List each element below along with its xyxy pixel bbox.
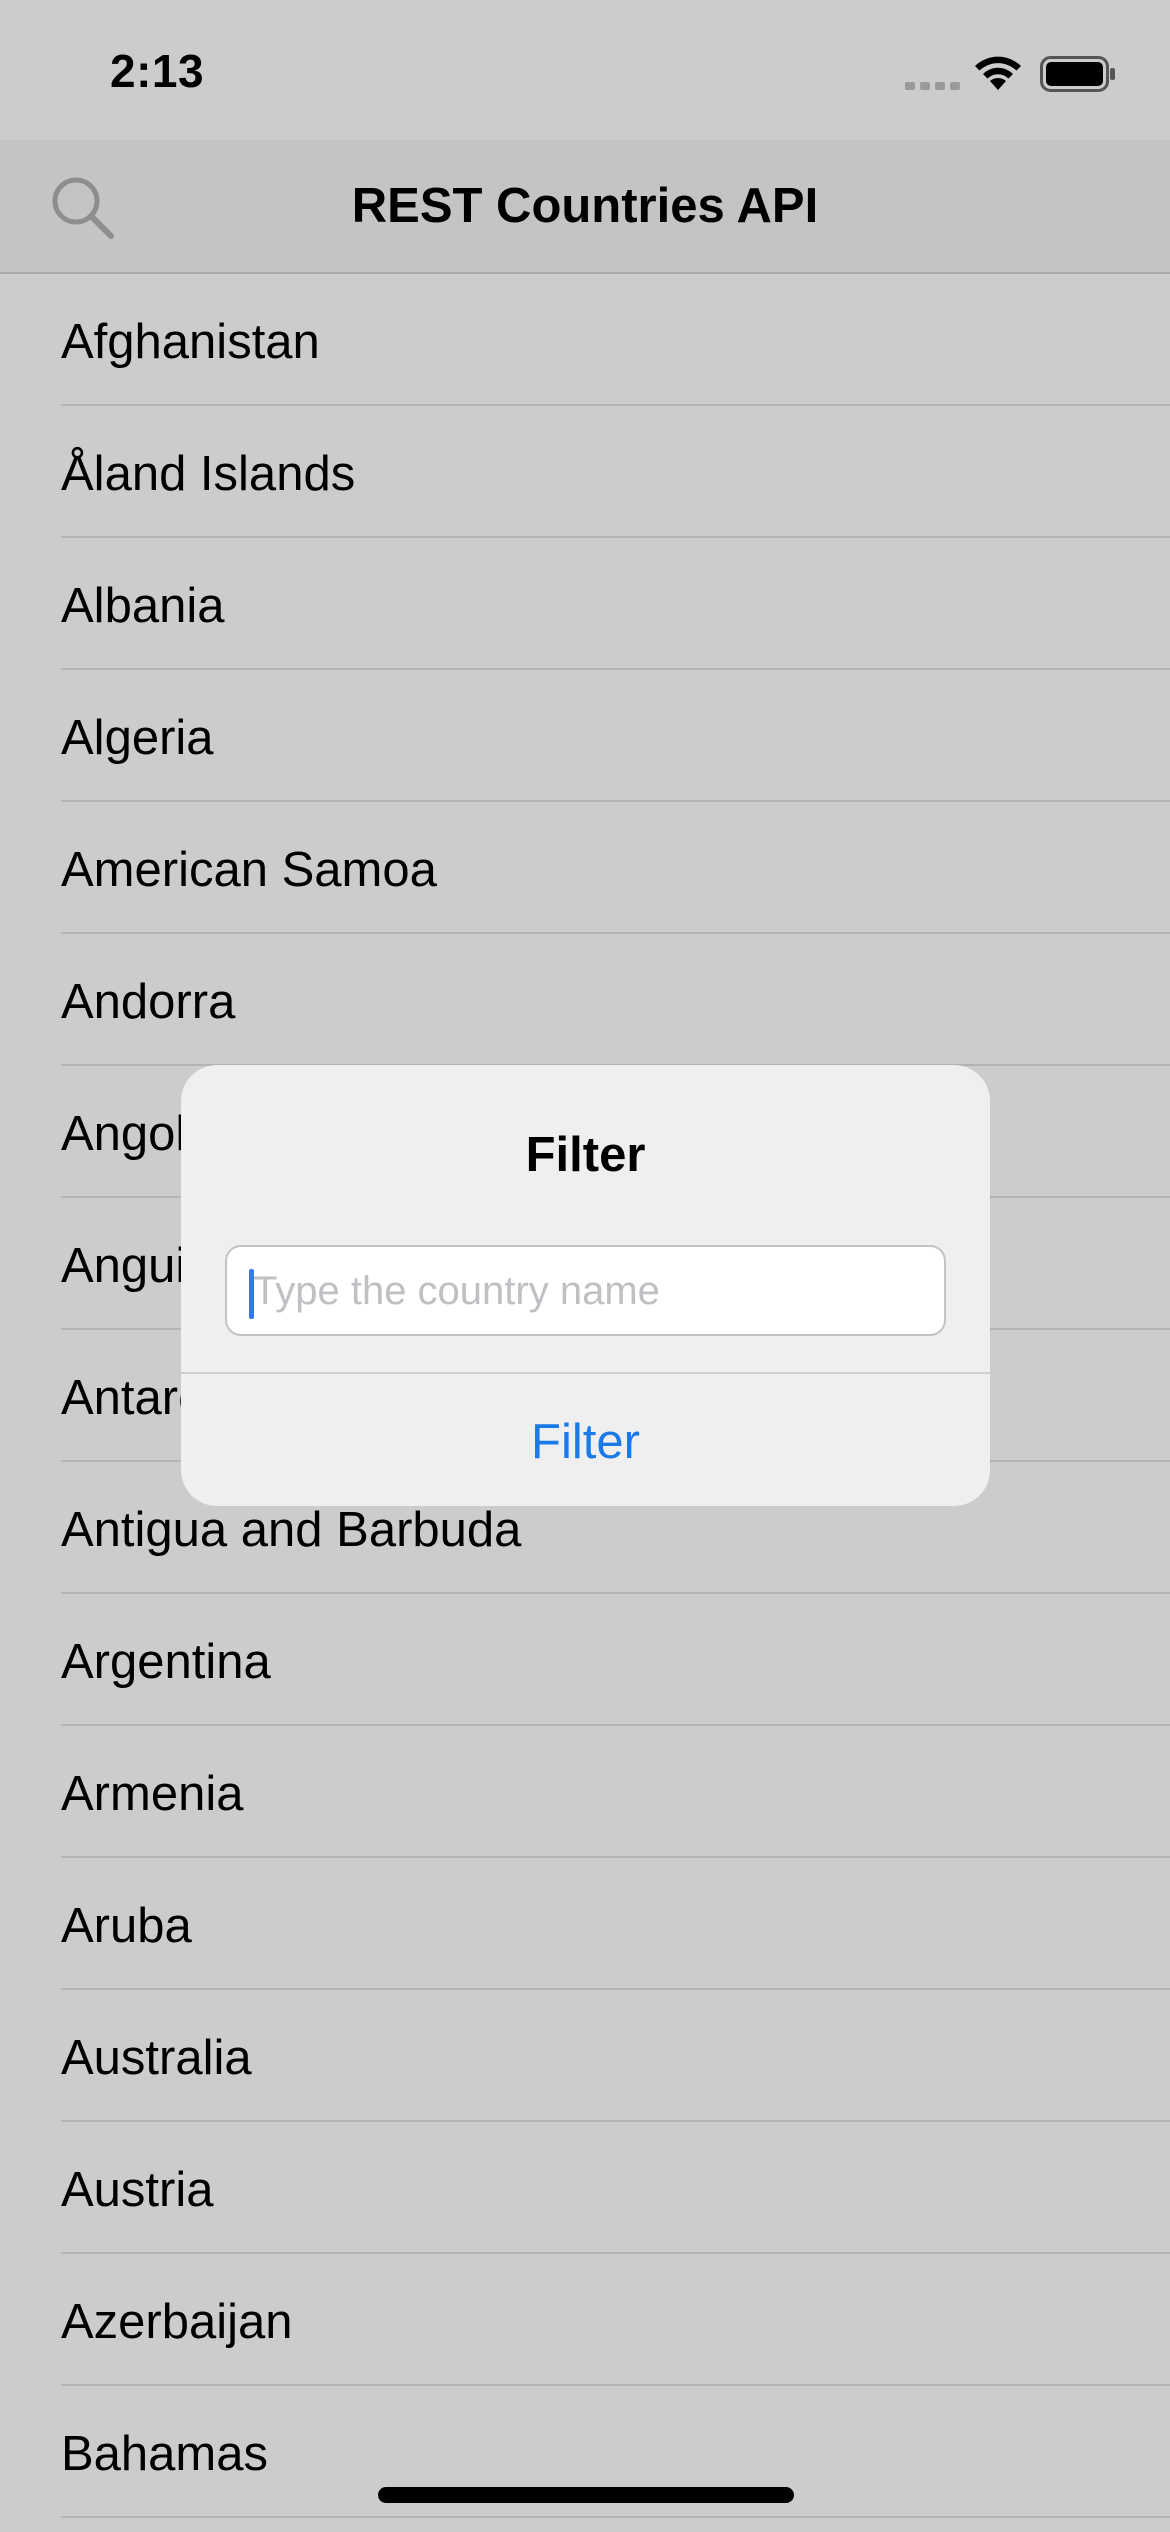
country-name: Azerbaijan bbox=[61, 2295, 293, 2349]
list-item[interactable]: Argentina bbox=[0, 1594, 1170, 1726]
country-name: Argentina bbox=[61, 1635, 271, 1689]
list-item[interactable]: Andorra bbox=[0, 934, 1170, 1066]
navigation-bar: REST Countries API bbox=[0, 140, 1170, 274]
list-item[interactable]: American Samoa bbox=[0, 802, 1170, 934]
status-bar: 2:13 bbox=[0, 0, 1170, 140]
country-name: Algeria bbox=[61, 711, 214, 765]
country-name: Armenia bbox=[61, 1767, 244, 1821]
input-placeholder: Type the country name bbox=[253, 1269, 660, 1313]
country-name: American Samoa bbox=[61, 843, 437, 897]
list-item[interactable]: Australia bbox=[0, 1990, 1170, 2122]
page-title: REST Countries API bbox=[351, 179, 819, 233]
filter-alert: Filter Type the country name Filter bbox=[181, 1065, 990, 1506]
filter-button[interactable]: Filter bbox=[181, 1374, 990, 1506]
list-item[interactable]: Armenia bbox=[0, 1726, 1170, 1858]
country-name: Aruba bbox=[61, 1899, 192, 1953]
filter-button-label: Filter bbox=[531, 1415, 640, 1469]
cellular-signal-icon bbox=[905, 82, 960, 90]
text-cursor bbox=[249, 1269, 254, 1319]
status-time: 2:13 bbox=[110, 45, 205, 97]
country-name: Australia bbox=[61, 2031, 252, 2085]
country-name: Åland Islands bbox=[61, 447, 356, 501]
list-item[interactable]: Aruba bbox=[0, 1858, 1170, 1990]
list-item[interactable]: Åland Islands bbox=[0, 406, 1170, 538]
screen: 2:13 REST Countries API Afghanistan Ålan… bbox=[0, 0, 1170, 2532]
list-item[interactable]: Albania bbox=[0, 538, 1170, 670]
country-name: Bahamas bbox=[61, 2427, 269, 2481]
country-name: Austria bbox=[61, 2163, 214, 2217]
list-item[interactable]: Afghanistan bbox=[0, 274, 1170, 406]
country-name: Andorra bbox=[61, 975, 236, 1029]
home-indicator[interactable] bbox=[378, 2487, 794, 2503]
wifi-icon bbox=[975, 56, 1021, 90]
country-filter-input[interactable]: Type the country name bbox=[225, 1245, 946, 1336]
battery-icon bbox=[1040, 56, 1115, 92]
country-name: Afghanistan bbox=[61, 315, 320, 369]
list-item[interactable]: Algeria bbox=[0, 670, 1170, 802]
list-item[interactable]: Azerbaijan bbox=[0, 2254, 1170, 2386]
list-item[interactable]: Austria bbox=[0, 2122, 1170, 2254]
country-name: Antigua and Barbuda bbox=[61, 1503, 522, 1557]
alert-title: Filter bbox=[525, 1128, 646, 1182]
country-name: Albania bbox=[61, 579, 225, 633]
